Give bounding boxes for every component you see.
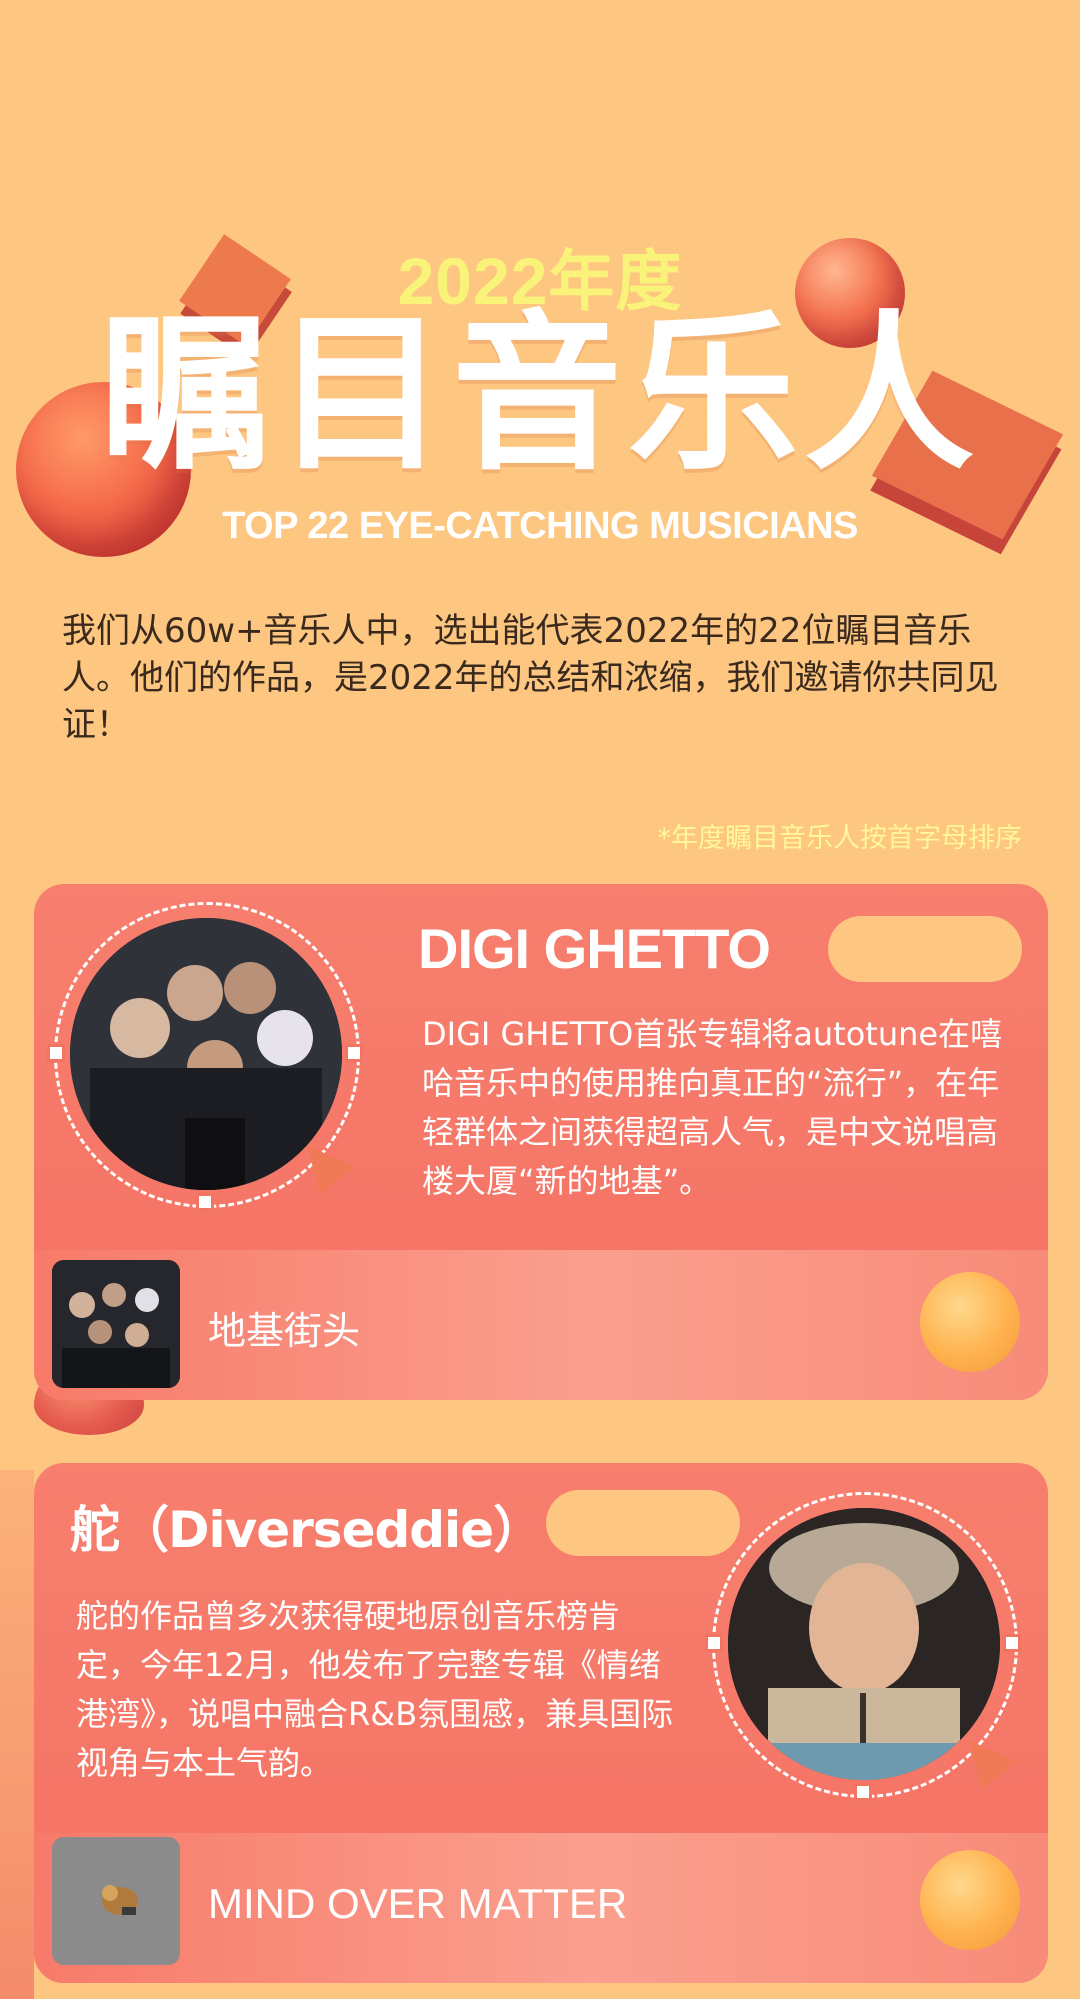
page-subtitle: TOP 22 EYE-CATCHING MUSICIANS (222, 505, 858, 547)
play-orb-icon[interactable] (920, 1272, 1020, 1372)
frame-handle (705, 1634, 723, 1652)
side-decoration (0, 1470, 34, 1999)
musician-description: DIGI GHETTO首张专辑将autotune在嘻哈音乐中的使用推向真正的“流… (422, 1015, 1003, 1200)
musician-name: DIGI GHETTO (418, 917, 771, 980)
album-thumbnail[interactable] (52, 1260, 180, 1388)
page-title: 瞩目音乐人 (99, 296, 980, 494)
intro-text: 我们从60w+音乐人中，选出能代表2022年的22位瞩目音乐人。他们的作品，是2… (62, 611, 999, 745)
frame-handle (196, 1193, 214, 1211)
musician-photo (728, 1508, 1000, 1780)
play-orb-icon[interactable] (920, 1850, 1020, 1950)
frame-handle (47, 1044, 65, 1062)
sort-note: *年度瞩目音乐人按首字母排序 (657, 823, 1023, 854)
name-tag-pill (546, 1490, 740, 1556)
frame-handle (1003, 1634, 1021, 1652)
musician-name: 舵（Diverseddie） (70, 1501, 543, 1559)
frame-handle (345, 1044, 363, 1062)
frame-handle (854, 1783, 872, 1801)
song-title[interactable]: 地基街头 (208, 1300, 360, 1355)
name-tag-pill (828, 916, 1022, 982)
song-bar[interactable] (34, 1250, 1048, 1400)
album-thumbnail[interactable] (52, 1837, 180, 1965)
musician-description: 舵的作品曾多次获得硬地原创音乐榜肯定，今年12月，他发布了完整专辑《情绪港湾》，… (76, 1597, 674, 1782)
song-title[interactable]: MIND OVER MATTER (208, 1880, 627, 1928)
